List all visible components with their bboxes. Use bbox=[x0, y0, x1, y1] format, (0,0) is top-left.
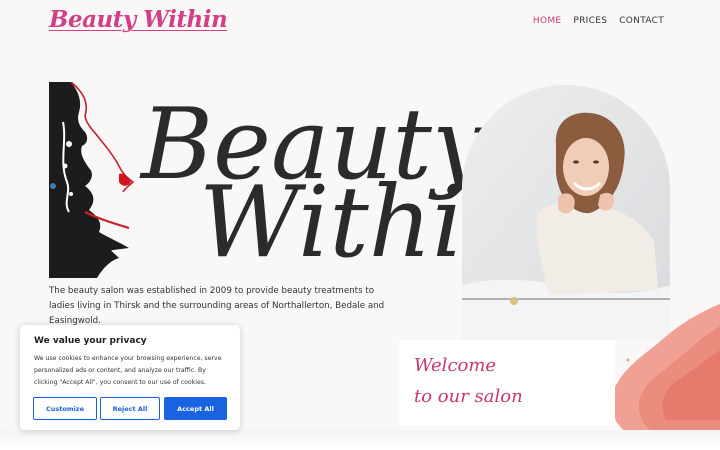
welcome-heading: Welcome bbox=[414, 355, 497, 376]
cookie-consent-banner: We value your privacy We use cookies to … bbox=[20, 325, 240, 430]
welcome-subheading: to our salon bbox=[414, 386, 523, 407]
bottom-section-edge bbox=[0, 430, 720, 450]
cookie-banner-text: We use cookies to enhance your browsing … bbox=[34, 355, 222, 386]
customize-button[interactable]: Customize bbox=[33, 397, 97, 420]
accept-all-button[interactable]: Accept All bbox=[164, 397, 227, 420]
woman-profile-illustration bbox=[49, 82, 135, 278]
nav-home-link[interactable]: HOME bbox=[533, 16, 562, 26]
reject-all-button[interactable]: Reject All bbox=[100, 397, 160, 420]
nav-prices-link[interactable]: PRICES bbox=[573, 16, 607, 26]
site-header: Beauty Within HOME PRICES CONTACT bbox=[0, 0, 720, 44]
site-logo[interactable]: Beauty Within bbox=[49, 6, 228, 33]
welcome-card: Welcome to our salon bbox=[399, 340, 615, 426]
hero-logo: Beauty Within bbox=[49, 82, 526, 278]
nav-contact-link[interactable]: CONTACT bbox=[619, 16, 664, 26]
intro-text: The beauty salon was established in 2009… bbox=[49, 286, 385, 326]
main-nav: HOME PRICES CONTACT bbox=[533, 16, 664, 26]
cookie-banner-title: We value your privacy bbox=[34, 336, 147, 346]
